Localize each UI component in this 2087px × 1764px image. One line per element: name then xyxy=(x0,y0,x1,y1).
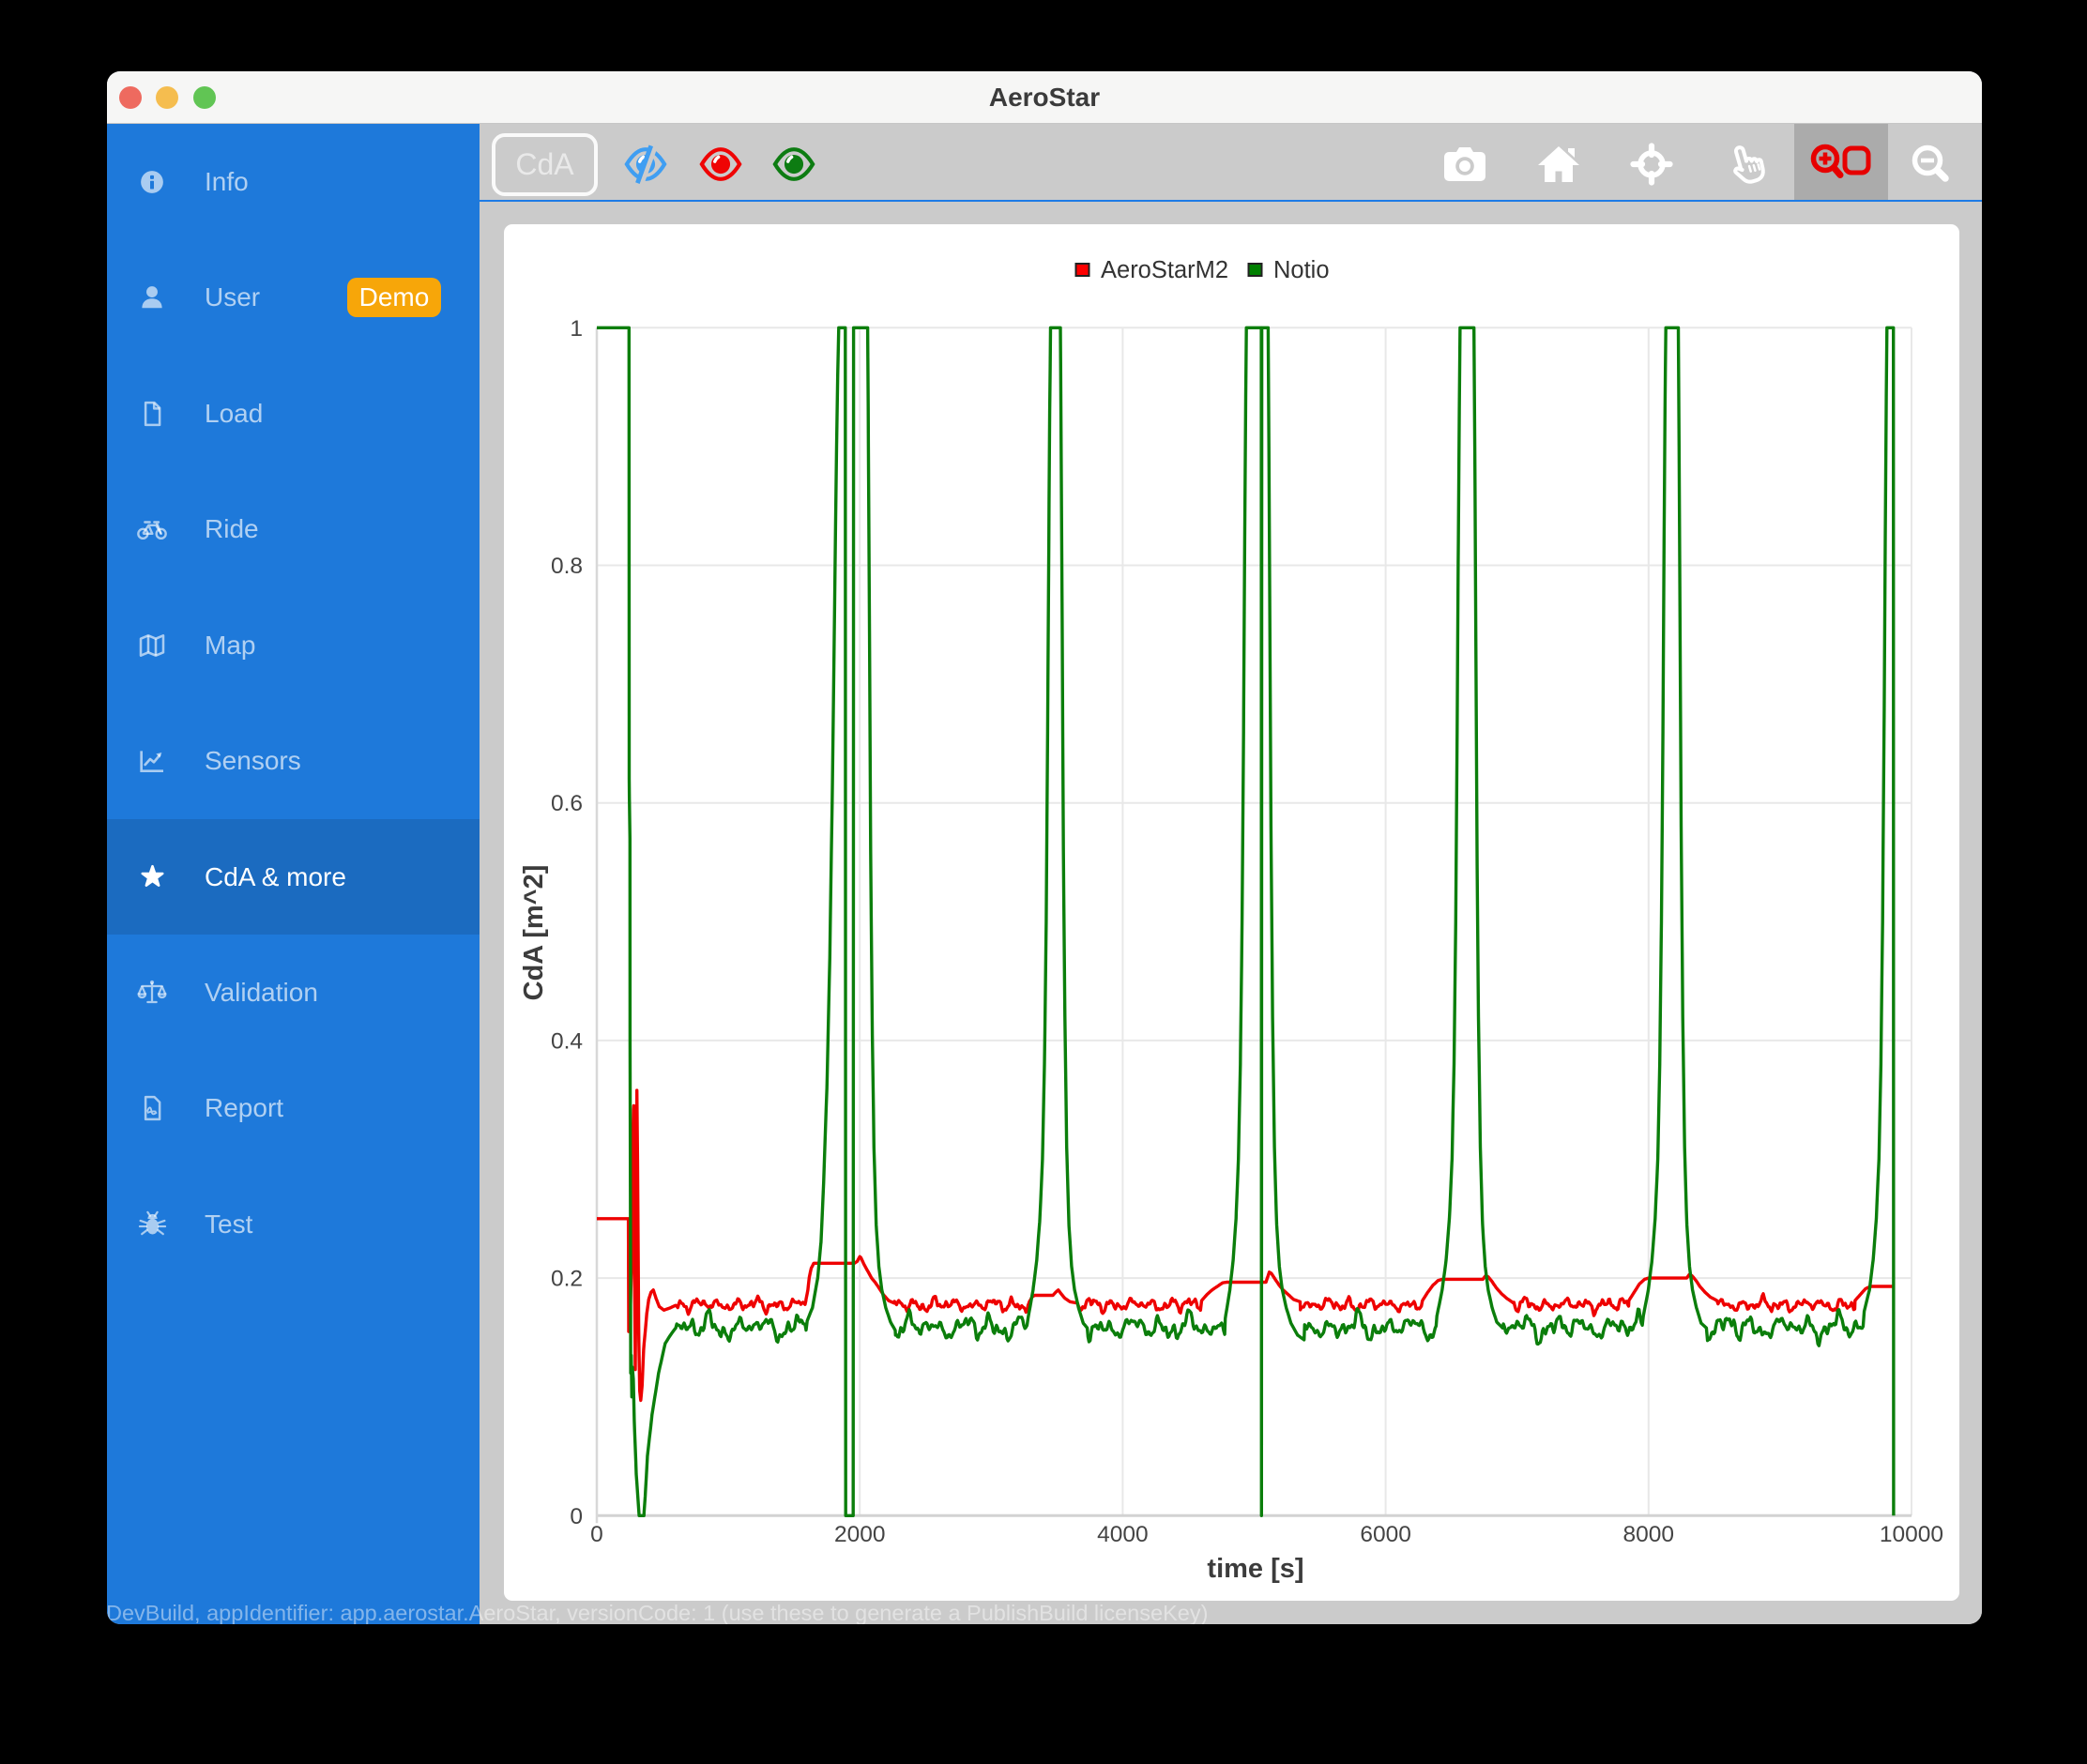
svg-text:0.6: 0.6 xyxy=(551,791,583,816)
svg-text:AeroStarM2: AeroStarM2 xyxy=(1101,257,1228,283)
svg-text:0.8: 0.8 xyxy=(551,554,583,579)
svg-text:8000: 8000 xyxy=(1623,1522,1675,1547)
svg-text:time [s]: time [s] xyxy=(1207,1554,1303,1584)
svg-text:10000: 10000 xyxy=(1880,1522,1943,1547)
svg-text:Notio: Notio xyxy=(1273,257,1330,283)
svg-text:CdA [m^2]: CdA [m^2] xyxy=(519,865,549,1001)
svg-text:0: 0 xyxy=(590,1522,603,1547)
svg-text:2000: 2000 xyxy=(834,1522,886,1547)
svg-text:0.4: 0.4 xyxy=(551,1028,583,1054)
svg-text:1: 1 xyxy=(570,316,583,342)
svg-text:6000: 6000 xyxy=(1360,1522,1411,1547)
svg-text:0: 0 xyxy=(570,1504,583,1529)
svg-text:4000: 4000 xyxy=(1097,1522,1149,1547)
svg-text:0.2: 0.2 xyxy=(551,1267,583,1292)
